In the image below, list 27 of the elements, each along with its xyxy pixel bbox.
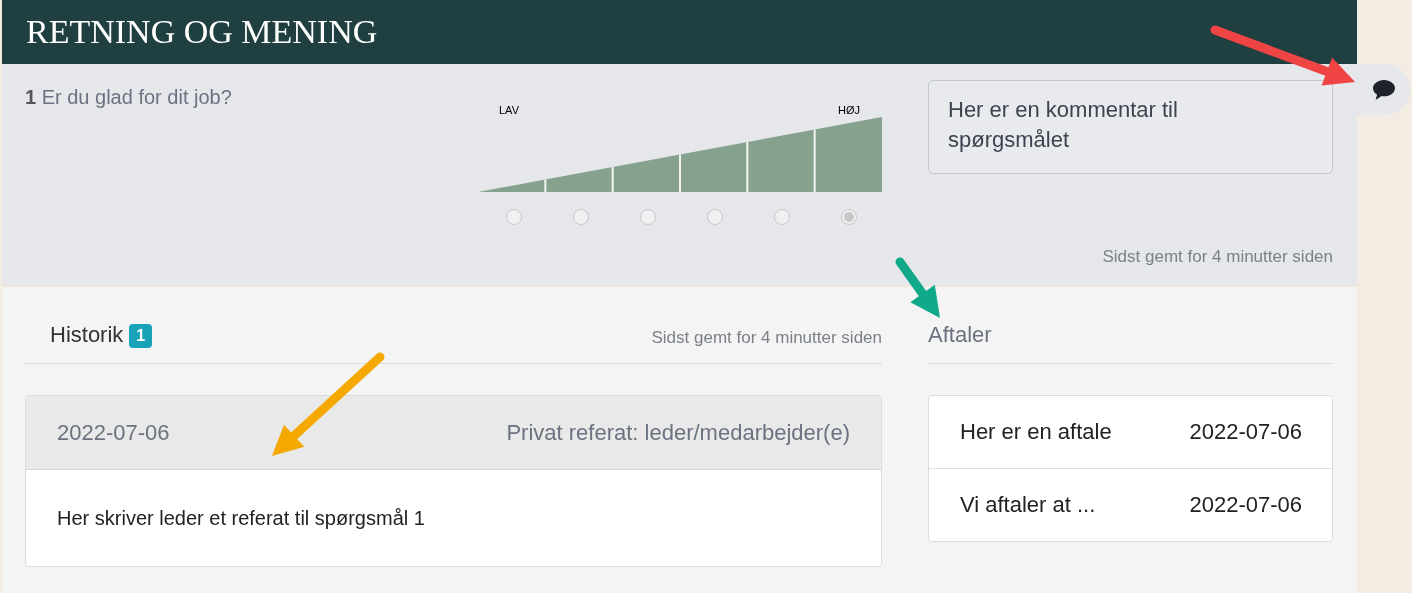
radio-button[interactable] [773, 209, 790, 225]
comment-field[interactable]: Her er en kommentar til spørgsmålet [928, 80, 1333, 174]
radio-button[interactable] [505, 209, 522, 225]
agreement-row[interactable]: Her er en aftale 2022-07-06 [929, 396, 1332, 468]
section-title: Historik [50, 322, 124, 348]
comment-button[interactable] [1357, 64, 1410, 115]
entry-date: 2022-07-06 [57, 419, 170, 446]
saved-status: Sidst gemt for 4 minutter siden [1101, 247, 1333, 267]
count-badge: 1 [129, 324, 153, 348]
agreement-text: Her er en aftale [960, 419, 1113, 445]
scale-low-label: LAV [499, 104, 519, 117]
scale-high-label: HØJ [838, 104, 860, 117]
radio-button[interactable] [840, 209, 857, 225]
radio-button[interactable] [639, 209, 656, 225]
agreement-date: 2022-07-06 [1189, 492, 1302, 518]
radio-button[interactable] [706, 209, 723, 225]
section-title: Aftaler [928, 322, 992, 348]
agreement-text: Vi aftaler at ... [960, 492, 1097, 518]
entry-type: Privat referat: leder/medarbejder(e) [506, 419, 850, 446]
entry-text: Her skriver leder et referat til spørgsmål 1 [57, 506, 425, 530]
radio-button[interactable] [572, 209, 589, 225]
question-text: 1 Er du glad for dit job? [25, 86, 232, 108]
comment-icon [1371, 78, 1396, 101]
page-title: RETNING OG MENING [26, 13, 378, 51]
agreement-date: 2022-07-06 [1189, 419, 1302, 445]
saved-status: Sidst gemt for 4 minutter siden [651, 328, 882, 348]
agreement-row[interactable]: Vi aftaler at ... 2022-07-06 [929, 468, 1332, 541]
